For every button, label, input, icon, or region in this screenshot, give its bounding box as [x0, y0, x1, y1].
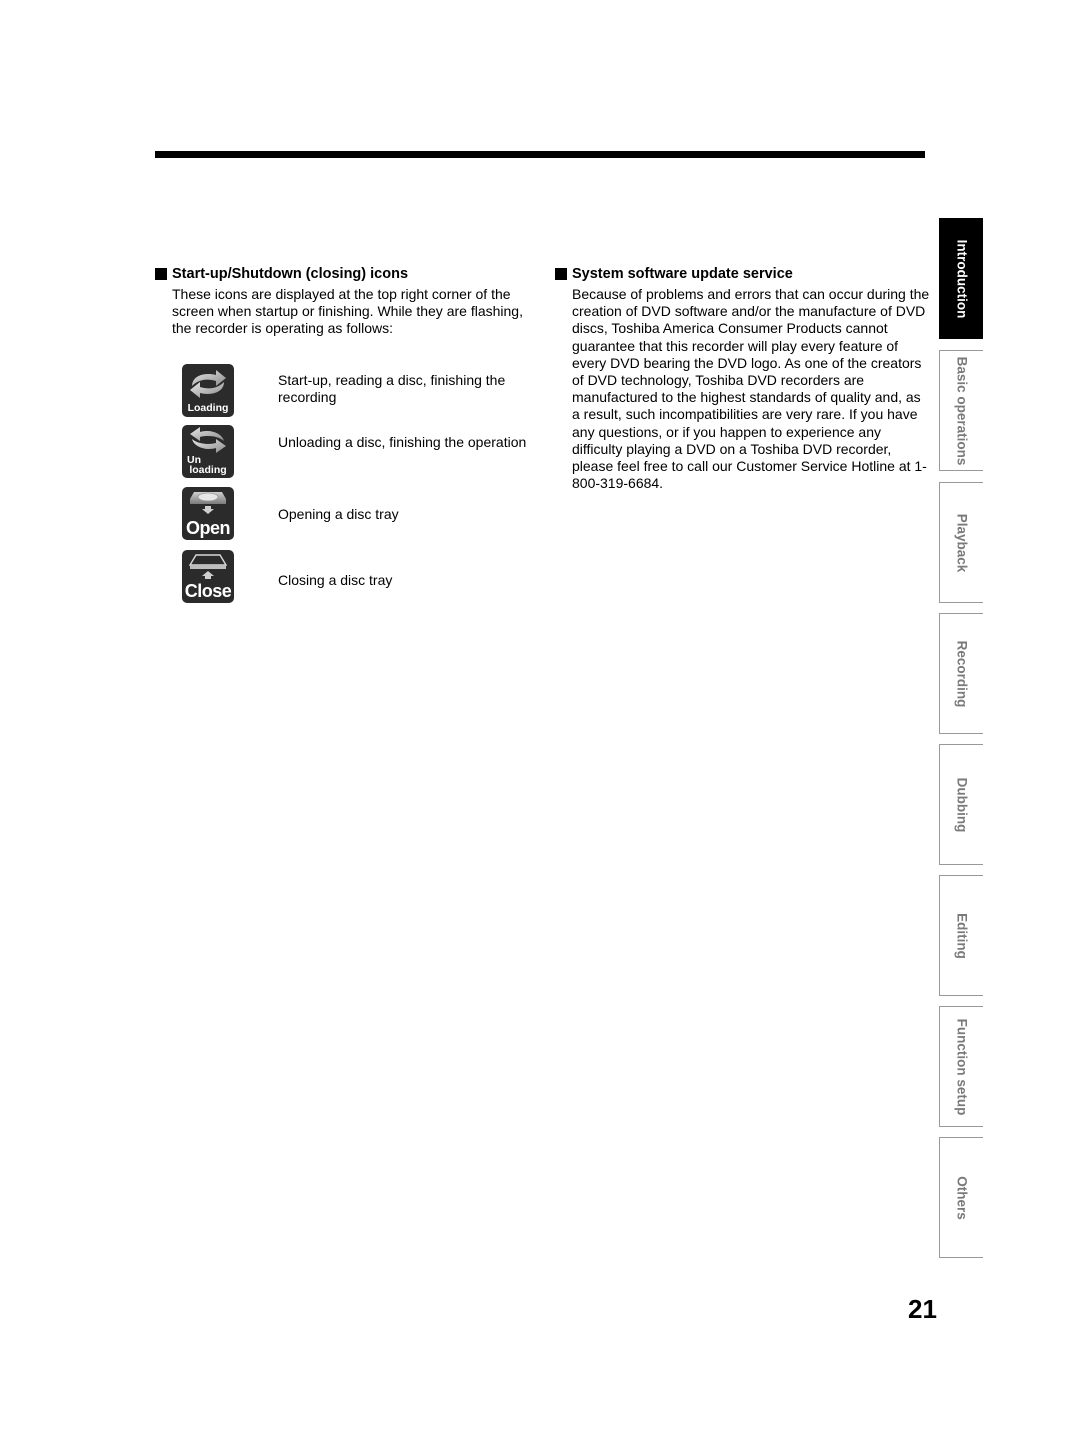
- section-body: Because of problems and errors that can …: [572, 286, 930, 492]
- tab-label: Introduction: [954, 239, 969, 318]
- tab-label: Playback: [954, 513, 969, 572]
- square-bullet-icon: [155, 268, 167, 280]
- open-tray-icon: Open: [182, 487, 234, 540]
- tab-label: Editing: [954, 912, 969, 959]
- section-intro: These icons are displayed at the top rig…: [172, 286, 523, 337]
- icon-row-open: Open Opening a disc tray: [182, 487, 399, 540]
- tab-introduction[interactable]: Introduction: [939, 218, 983, 339]
- software-update-section: System software update service Because o…: [555, 265, 930, 492]
- tab-label: Function setup: [954, 1018, 969, 1115]
- heading-text: Start-up/Shutdown (closing) icons: [172, 266, 409, 282]
- tab-label: Others: [954, 1175, 969, 1220]
- top-rule: [155, 151, 925, 158]
- loading-icon: Loading: [182, 364, 234, 417]
- icon-description: Start-up, reading a disc, finishing the …: [278, 372, 506, 406]
- tab-others[interactable]: Others: [939, 1137, 983, 1258]
- tab-editing[interactable]: Editing: [939, 875, 983, 996]
- page-number: 21: [908, 1294, 937, 1324]
- startup-shutdown-section: Start-up/Shutdown (closing) icons These …: [155, 265, 535, 338]
- square-bullet-icon: [555, 268, 567, 280]
- tab-label: Recording: [954, 640, 969, 707]
- section-heading: Start-up/Shutdown (closing) icons: [155, 265, 535, 283]
- icon-description: Opening a disc tray: [278, 506, 399, 522]
- tab-label: Dubbing: [954, 777, 969, 832]
- tab-basic-operations[interactable]: Basic operations: [939, 350, 983, 471]
- icon-label: Close: [184, 581, 232, 601]
- tab-function-setup[interactable]: Function setup: [939, 1006, 983, 1127]
- icon-label: Open: [185, 518, 231, 538]
- icon-row-close: Close Closing a disc tray: [182, 550, 392, 603]
- tab-playback[interactable]: Playback: [939, 482, 983, 603]
- icon-label: Loading: [187, 402, 229, 414]
- icon-label: Un loading: [182, 455, 234, 476]
- icon-row-loading: Loading Start-up, reading a disc, finish…: [182, 364, 505, 417]
- icon-description: Closing a disc tray: [278, 572, 393, 588]
- tab-label: Basic operations: [954, 356, 969, 465]
- icon-description: Unloading a disc, finishing the operatio…: [278, 434, 527, 450]
- icon-label-line2: loading: [189, 464, 227, 476]
- section-heading: System software update service: [555, 265, 930, 283]
- icon-row-unloading: Un loading Unloading a disc, finishing t…: [182, 425, 526, 478]
- unloading-icon: Un loading: [182, 425, 234, 478]
- close-tray-icon: Close: [182, 550, 234, 603]
- tab-dubbing[interactable]: Dubbing: [939, 744, 983, 865]
- heading-text: System software update service: [572, 266, 793, 282]
- tab-recording[interactable]: Recording: [939, 613, 983, 734]
